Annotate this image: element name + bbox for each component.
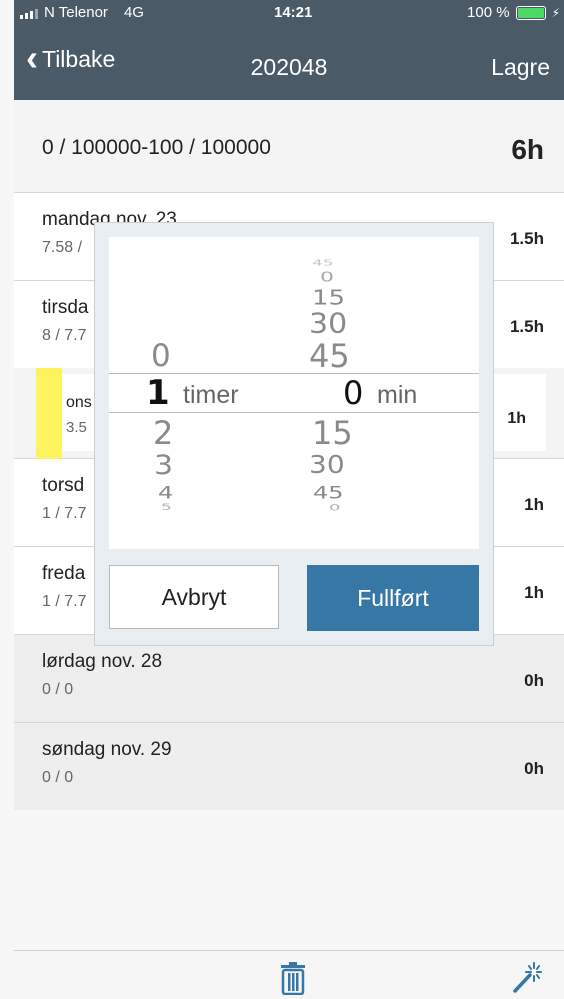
day-hours: 1.5h — [509, 229, 544, 248]
day-label: freda — [42, 563, 86, 584]
hour-option[interactable]: 3 — [154, 452, 173, 480]
minute-option[interactable]: 30 — [309, 310, 347, 338]
empty-area — [14, 810, 564, 950]
trash-icon[interactable] — [280, 961, 306, 995]
minute-option[interactable]: 0 — [320, 271, 334, 284]
battery-icon — [515, 5, 546, 20]
day-row-saturday[interactable]: lørdag nov. 28 0 / 0 0h — [14, 635, 564, 723]
status-time: 14:21 — [274, 4, 313, 21]
day-hours: 1h — [524, 495, 544, 514]
network-type: 4G — [123, 4, 144, 21]
carrier-info: N Telenor 4G — [20, 4, 144, 21]
hour-selected[interactable]: 1 — [146, 376, 170, 410]
day-row-sunday[interactable]: søndag nov. 29 0 / 0 0h — [14, 723, 564, 811]
day-label: torsd — [42, 475, 85, 496]
done-button[interactable]: Fullført — [307, 565, 479, 631]
duration-picker-popup: 0 1 timer 2 3 4 5 45 0 15 30 45 0 min 15… — [94, 222, 494, 646]
day-detail: 7.58 / — [42, 239, 83, 256]
day-label: søndag nov. 29 — [42, 739, 172, 760]
day-label: ons — [66, 394, 92, 411]
day-detail: 0 / 0 — [42, 681, 74, 698]
summary-total: 6h — [511, 134, 544, 165]
day-detail: 3.5 — [66, 419, 87, 436]
hour-option[interactable]: 5 — [161, 503, 172, 512]
day-detail: 0 / 0 — [42, 769, 74, 786]
day-hours: 1h — [524, 583, 544, 602]
cancel-button[interactable]: Avbryt — [109, 565, 279, 629]
minute-selected[interactable]: 0 — [343, 377, 363, 409]
week-summary: 0 / 100000-100 / 100000 6h — [14, 100, 564, 193]
minute-option[interactable]: 15 — [312, 288, 345, 309]
day-label: lørdag nov. 28 — [42, 651, 163, 672]
minute-option[interactable]: 30 — [309, 452, 345, 477]
day-label: tirsda — [42, 297, 89, 318]
minute-option[interactable]: 45 — [312, 259, 334, 268]
signal-icon — [20, 7, 38, 19]
hour-option[interactable]: 0 — [151, 341, 171, 372]
navigation-bar: ‹ Tilbake 202048 Lagre — [14, 24, 564, 100]
day-detail: 8 / 7.7 — [42, 327, 87, 344]
day-detail: 1 / 7.7 — [42, 505, 87, 522]
page-title: 202048 — [250, 54, 328, 80]
day-hours: 0h — [524, 671, 544, 690]
save-button[interactable]: Lagre — [491, 54, 550, 81]
carrier-name: N Telenor — [44, 4, 108, 21]
minute-option[interactable]: 0 — [329, 503, 340, 513]
day-hours: 1h — [507, 410, 526, 427]
minute-option[interactable]: 45 — [313, 485, 344, 502]
hours-unit: timer — [183, 381, 239, 409]
day-hours: 0h — [524, 759, 544, 778]
day-detail: 1 / 7.7 — [42, 593, 87, 610]
minutes-unit: min — [377, 381, 418, 409]
summary-range: 0 / 100000-100 / 100000 — [42, 136, 271, 159]
hour-option[interactable]: 2 — [153, 417, 173, 449]
drag-highlight — [36, 368, 62, 464]
bottom-toolbar — [14, 950, 564, 999]
battery-percent: 100 % — [467, 4, 510, 21]
minute-option[interactable]: 45 — [309, 340, 350, 372]
day-hours: 1.5h — [509, 317, 544, 336]
status-bar: N Telenor 4G 14:21 100 % ⚡ — [14, 0, 564, 24]
hour-option[interactable]: 4 — [158, 485, 173, 502]
duration-picker[interactable]: 0 1 timer 2 3 4 5 45 0 15 30 45 0 min 15… — [109, 237, 479, 549]
magic-wand-icon[interactable] — [512, 961, 542, 993]
minute-option[interactable]: 15 — [312, 417, 353, 449]
battery-info: 100 % ⚡ — [467, 4, 560, 21]
charging-icon: ⚡ — [551, 5, 560, 20]
